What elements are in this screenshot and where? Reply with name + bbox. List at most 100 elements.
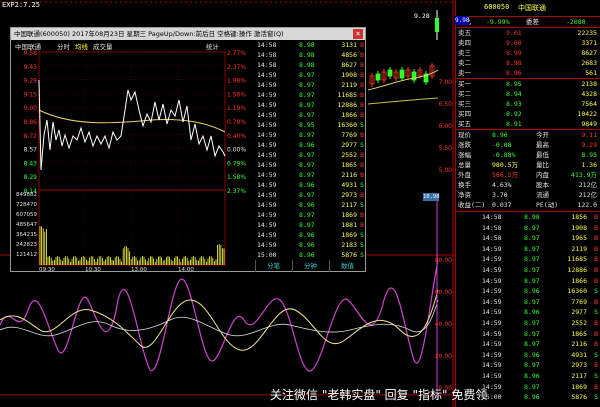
tick-time: 14:59: [482, 244, 502, 253]
tick-time: 15:00: [257, 251, 277, 259]
right-tick-list[interactable]: 14:58 8.98 1856 B 14:58 8.97 1908 B 14:58 8.97 196…: [456, 212, 600, 407]
main-y-tick: 6.00: [439, 123, 453, 130]
tick-volume: 2973: [341, 191, 357, 199]
book-row: 买四 8.92 10422: [456, 109, 600, 119]
tick-time: 14:59: [482, 297, 502, 306]
tick-side: S: [360, 251, 364, 259]
stat-label: 涨跌: [458, 141, 471, 149]
tick-time: 14:59: [257, 181, 277, 189]
stat-row: 现价 8.96 今开 9.11: [456, 130, 600, 140]
volume-level: 242823: [16, 242, 37, 248]
right-tick-row: 14:59 8.96 4931 S: [456, 350, 600, 360]
tick-price: 8.97: [524, 276, 540, 285]
tick-side: S: [360, 241, 364, 249]
tick-time: 14:59: [257, 71, 277, 79]
tick-volume: 11685: [337, 91, 357, 99]
oscillator-magenta: [0, 259, 439, 372]
tick-side: S: [594, 393, 598, 402]
tick-volume: 2973: [571, 361, 587, 370]
tick-volume: 3131: [341, 41, 357, 49]
price-level: 9.58: [24, 50, 38, 57]
tick-side: S: [594, 372, 598, 380]
tick-volume: 2183: [341, 241, 357, 249]
tick-time: 14:58: [482, 234, 502, 243]
close-icon[interactable]: ×: [353, 29, 363, 39]
intraday-popup-window[interactable]: 中国联通(600050) 2017年08月23日 星期三 PageUp/Down…: [10, 27, 366, 272]
tick-volume: 1965: [571, 234, 587, 243]
pct-level: 0.40%: [227, 133, 246, 140]
tick-volume: 7769: [341, 131, 357, 139]
current-price-box: 9.98: [455, 16, 470, 25]
intraday-chart[interactable]: 中国联通 分时 均线 成交量 统计 9.589.439.299.159.008.…: [11, 40, 255, 272]
stock-name: 中国联通: [518, 4, 546, 12]
chart-tab-junxian: 均线: [75, 42, 89, 51]
stat-value: 413.9万: [570, 171, 597, 179]
right-tick-row: 14:58 8.97 1908 B: [456, 223, 600, 233]
tick-volume: 1869: [341, 231, 357, 239]
main-y-tick: 5.50: [439, 145, 453, 152]
tick-volume: 1908: [571, 223, 587, 232]
weicha-label: 委差: [526, 18, 539, 26]
stat-label: 换手: [458, 181, 471, 189]
tick-side: S: [360, 231, 364, 239]
tick-row: 14:58 8.98 8627 B: [255, 60, 365, 70]
tick-row: 14:59 8.97 1869 B: [255, 210, 365, 220]
tick-price: 8.97: [299, 221, 315, 229]
tick-row: 14:59 8.96 1869 S: [255, 230, 365, 240]
indicator-label: EXP2:7.25: [2, 1, 40, 9]
tick-list[interactable]: 14:58 8.98 3131 B 14:58 8.98 4856 B 14:58 8.98 862…: [255, 40, 365, 260]
price-level: 8.57: [24, 147, 38, 154]
tab-shuzhi[interactable]: 数值: [329, 260, 365, 272]
ask-book: 卖五 9.01 22235 卖四 9.00 3371 卖三 8.99 8627 卖二 8.98 268…: [456, 28, 600, 78]
pct-level: 2.77%: [227, 50, 246, 57]
tick-price: 8.98: [299, 51, 315, 59]
book-label: 买五: [458, 120, 471, 128]
stat-value: 122.0: [577, 201, 597, 209]
right-tick-row: 14:59 8.97 7769 B: [456, 297, 600, 307]
price-level: 9.00: [24, 105, 38, 112]
tick-row: 14:59 8.97 2973 B: [255, 190, 365, 200]
volume-bars: [39, 226, 225, 265]
tick-volume: 1869: [341, 211, 357, 219]
candles: [369, 63, 435, 87]
book-price: 8.99: [506, 49, 522, 57]
book-row: 买二 8.94 4328: [456, 89, 600, 99]
tick-row: 14:59 8.97 1908 B: [255, 70, 365, 80]
tick-volume: 4931: [341, 181, 357, 189]
tick-price: 8.95: [299, 121, 315, 129]
tick-time: 14:58: [482, 213, 502, 221]
tick-row: 14:59 8.97 1881 B: [255, 220, 365, 230]
tab-fenbi[interactable]: 分笔: [255, 260, 291, 272]
book-row: 买五 8.91 9849: [456, 119, 600, 129]
stat-label: 外盘: [458, 171, 471, 179]
tick-side: B: [360, 131, 364, 139]
tick-volume: 4856: [341, 51, 357, 59]
tick-price: 8.97: [299, 151, 315, 159]
tab-fenzhong[interactable]: 分钟: [292, 260, 328, 272]
stock-header[interactable]: 600050 中国联通: [456, 3, 600, 17]
book-row: 卖五 9.01 22235: [456, 28, 600, 38]
pct-level: 1.58%: [227, 91, 246, 98]
price-axis-left: 9.58 9.43 9.29 9.15 9.00 8.86 8.72 8.57 8.43 8.29…: [24, 50, 38, 195]
weicha-value: -2080: [566, 18, 586, 26]
tick-volume: 12886: [337, 101, 357, 109]
tick-side: S: [594, 308, 598, 317]
tick-time: 14:59: [257, 171, 277, 179]
stat-value: -0.08: [492, 141, 512, 149]
tick-side: B: [594, 213, 598, 221]
tick-price: 8.97: [524, 319, 540, 327]
stat-value: 9.11: [581, 131, 597, 139]
book-label: 买三: [458, 100, 471, 108]
chart-grid: [39, 51, 225, 265]
tick-side: S: [594, 350, 598, 359]
right-tick-row: 14:59 8.97 2552 B: [456, 318, 600, 328]
tick-side: B: [594, 382, 598, 391]
tick-side: B: [594, 329, 598, 338]
tick-side: B: [594, 266, 598, 274]
tick-time: 14:59: [257, 111, 277, 119]
stat-label: 流通: [536, 191, 549, 199]
volume-level: 485647: [16, 222, 37, 228]
tick-side: B: [594, 297, 598, 306]
tick-price: 8.97: [524, 297, 540, 306]
pct-level: 1.98%: [227, 78, 246, 85]
